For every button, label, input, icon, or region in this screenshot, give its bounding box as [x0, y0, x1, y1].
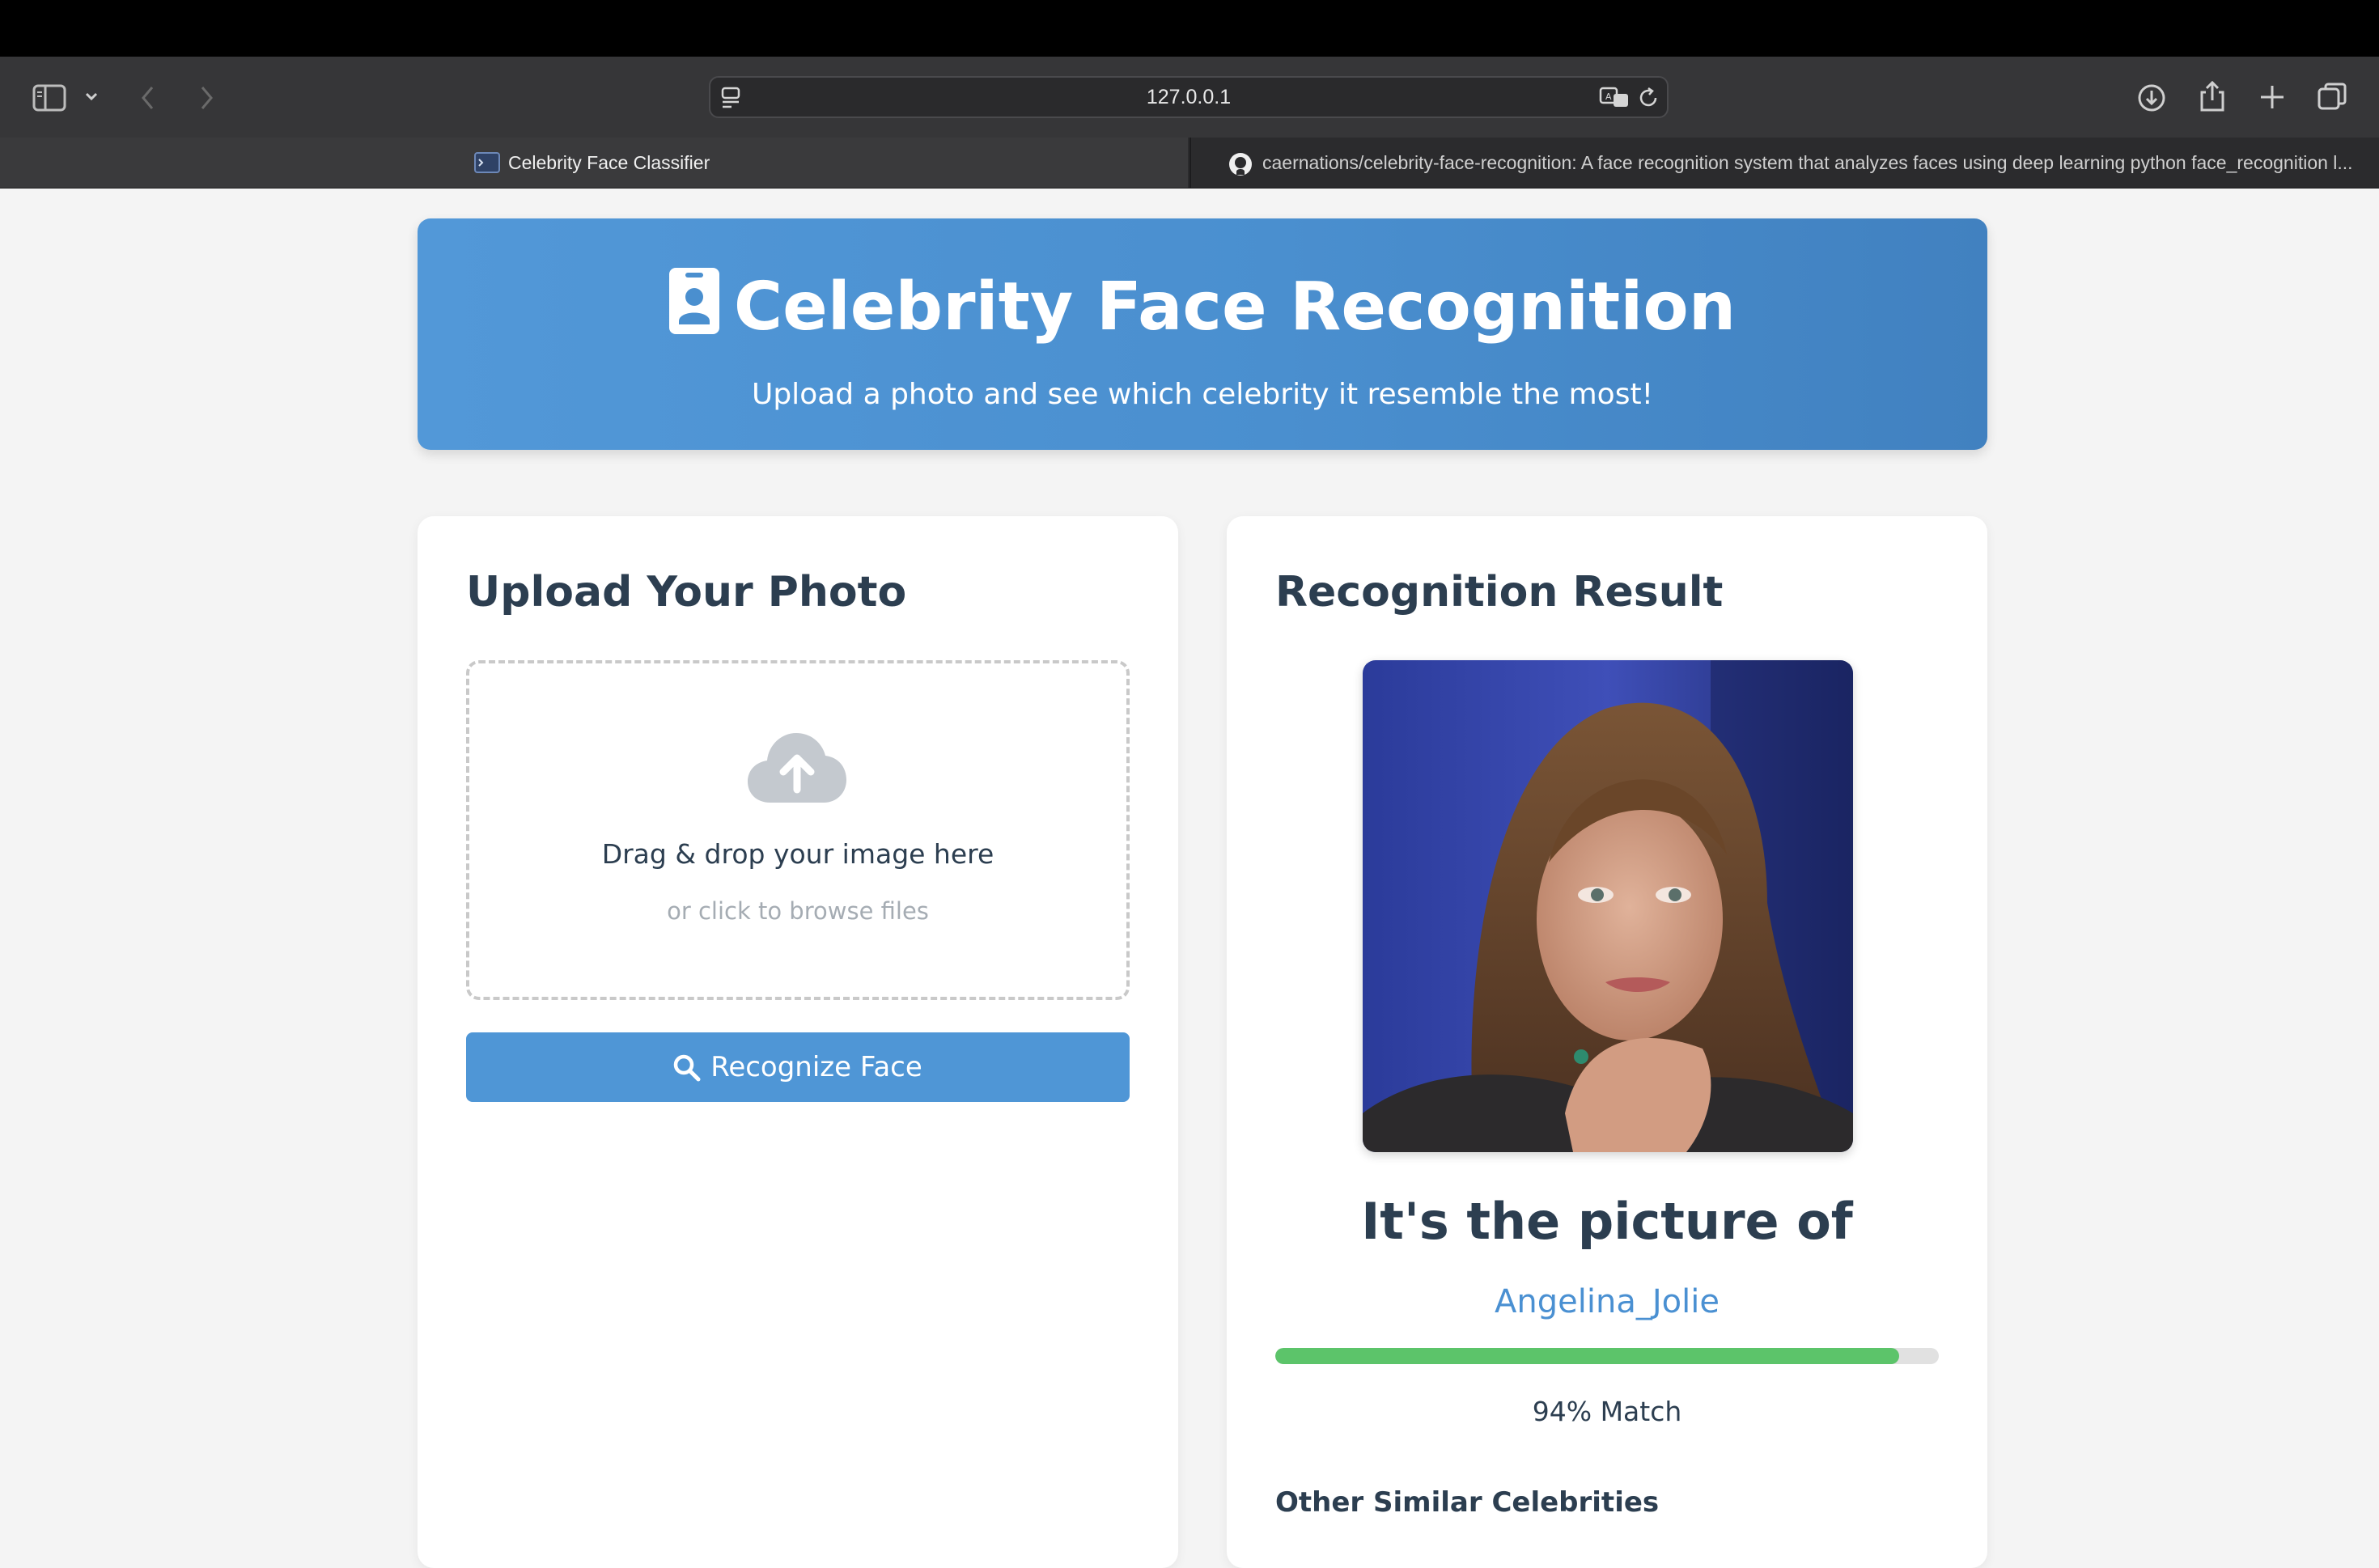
page-title-text: Celebrity Face Recognition	[733, 269, 1737, 345]
id-badge-icon	[668, 268, 719, 353]
tab-celebrity-face-classifier[interactable]: Celebrity Face Classifier	[0, 138, 1188, 188]
address-bar[interactable]: 127.0.0.1 A	[709, 76, 1669, 118]
svg-text:A: A	[1605, 91, 1612, 102]
search-icon	[673, 1054, 701, 1082]
tab-label: caernations/celebrity-face-recognition: …	[1262, 152, 2353, 173]
result-title: Recognition Result	[1275, 568, 1724, 617]
new-tab-icon[interactable]	[2258, 83, 2287, 112]
reload-icon[interactable]	[1638, 86, 1660, 110]
result-heading: It's the picture of	[1361, 1192, 1853, 1251]
translate-icon[interactable]: A	[1599, 86, 1631, 110]
tab-overview-icon[interactable]	[2316, 81, 2348, 113]
chevron-down-icon[interactable]	[84, 91, 99, 102]
upload-title: Upload Your Photo	[466, 568, 907, 617]
cloud-upload-icon	[746, 730, 848, 807]
celebrity-name: Angelina_Jolie	[1495, 1283, 1720, 1320]
page-subtitle: Upload a photo and see which celebrity i…	[751, 378, 1653, 411]
uploaded-face-photo	[1363, 660, 1853, 1152]
dropzone-instruction: Drag & drop your image here	[601, 838, 994, 870]
recognize-face-button[interactable]: Recognize Face	[466, 1032, 1130, 1102]
sidebar-toggle-icon[interactable]	[32, 84, 66, 112]
forward-icon[interactable]	[197, 84, 215, 112]
page-title: Celebrity Face Recognition	[418, 267, 1987, 353]
github-icon	[1228, 152, 1253, 180]
recognize-face-label: Recognize Face	[710, 1051, 922, 1083]
address-url[interactable]: 127.0.0.1	[710, 78, 1667, 117]
match-percentage: 94% Match	[1532, 1396, 1682, 1427]
match-progress-bar	[1275, 1348, 1939, 1364]
tab-github-repo[interactable]: caernations/celebrity-face-recognition: …	[1190, 138, 2379, 188]
share-icon[interactable]	[2198, 79, 2227, 113]
similar-celebrities-heading: Other Similar Celebrities	[1275, 1486, 1660, 1519]
browse-files-hint[interactable]: or click to browse files	[466, 895, 1130, 927]
back-icon[interactable]	[139, 84, 157, 112]
downloads-icon[interactable]	[2136, 83, 2167, 113]
page-header: Celebrity Face Recognition Upload a phot…	[418, 218, 1987, 450]
tab-label: Celebrity Face Classifier	[508, 152, 710, 173]
terminal-favicon-icon	[474, 152, 500, 176]
match-progress-fill	[1275, 1348, 1899, 1364]
image-dropzone[interactable]	[466, 660, 1130, 1000]
screen-top-strip	[0, 0, 2379, 57]
